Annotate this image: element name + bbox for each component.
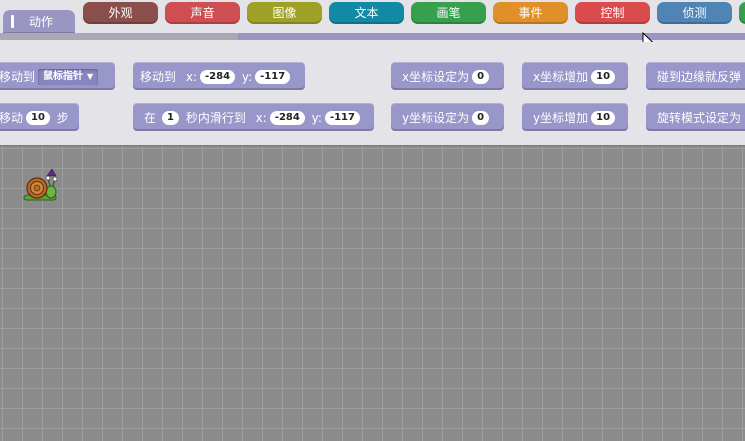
tab-scroll-thumb[interactable]	[0, 33, 238, 40]
tab-sensing[interactable]: 侦测	[657, 2, 732, 24]
block-go-to-target[interactable]: 移动到 鼠标指针 ▼	[0, 62, 115, 90]
block-label: y坐标增加	[533, 110, 589, 125]
tab-looks[interactable]: 外观	[83, 2, 158, 24]
change-x-input[interactable]: 10	[591, 69, 616, 84]
block-label: 旋转模式设定为	[657, 110, 742, 125]
tab-events[interactable]: 事件	[493, 2, 568, 24]
block-bounce-on-edge[interactable]: 碰到边缘就反弹	[646, 62, 745, 90]
block-label: 移动到	[0, 69, 36, 84]
tab-next-partial[interactable]	[739, 2, 745, 24]
steps-suffix: 步	[56, 110, 69, 125]
block-label: x坐标设定为	[402, 69, 470, 84]
tab-grip-icon	[11, 15, 14, 28]
tab-control[interactable]: 控制	[575, 2, 650, 24]
x-input[interactable]: -284	[200, 69, 236, 84]
category-tab-bar: 动作 外观 声音 图像 文本 画笔 事件 控制 侦测	[0, 0, 745, 42]
snail-sprite[interactable]	[22, 168, 58, 204]
glide-secs-input[interactable]: 1	[162, 110, 179, 125]
glide-middle: 秒内滑行到	[185, 110, 246, 125]
y-label: y:	[241, 69, 253, 84]
x-label: x:	[255, 110, 267, 125]
glide-prefix: 在	[144, 110, 157, 125]
tab-pen[interactable]: 画笔	[411, 2, 486, 24]
block-glide-to-xy[interactable]: 在1 秒内滑行到 x: -284 y: -117	[133, 103, 374, 131]
block-label: 移动	[0, 110, 24, 125]
change-y-input[interactable]: 10	[591, 110, 616, 125]
block-set-rotation-style[interactable]: 旋转模式设定为	[646, 103, 745, 131]
block-change-y[interactable]: y坐标增加 10	[522, 103, 628, 131]
set-y-input[interactable]: 0	[472, 110, 490, 125]
tab-motion[interactable]: 动作	[3, 10, 75, 34]
block-set-y[interactable]: y坐标设定为 0	[391, 103, 504, 131]
tab-text[interactable]: 文本	[329, 2, 404, 24]
block-palette: 移动到 鼠标指针 ▼ 移动到 x: -284 y: -117 x坐标设定为 0 x坐标增加…	[0, 42, 745, 145]
target-dropdown[interactable]: 鼠标指针 ▼	[38, 68, 99, 85]
dropdown-value: 鼠标指针	[43, 70, 84, 82]
glide-y-input[interactable]: -117	[324, 110, 360, 125]
block-change-x[interactable]: x坐标增加 10	[522, 62, 628, 90]
tab-sound[interactable]: 声音	[165, 2, 240, 24]
y-label: y:	[311, 110, 322, 125]
steps-input[interactable]: 10	[26, 110, 50, 125]
tab-underline	[0, 33, 745, 40]
set-x-input[interactable]: 0	[472, 69, 490, 84]
block-label: y坐标设定为	[402, 110, 470, 125]
block-go-to-xy[interactable]: 移动到 x: -284 y: -117	[133, 62, 305, 90]
block-move-steps[interactable]: 移动 10 步	[0, 103, 79, 131]
block-label: 碰到边缘就反弹	[657, 69, 742, 84]
glide-x-input[interactable]: -284	[269, 110, 305, 125]
tab-label: 动作	[29, 15, 54, 29]
tab-image[interactable]: 图像	[247, 2, 322, 24]
x-label: x:	[185, 69, 197, 84]
stage-grid[interactable]	[0, 145, 745, 441]
block-label: x坐标增加	[533, 69, 589, 84]
block-set-x[interactable]: x坐标设定为 0	[391, 62, 504, 90]
y-input[interactable]: -117	[255, 69, 291, 84]
dropdown-arrow-icon: ▼	[87, 71, 94, 81]
block-label: 移动到	[140, 69, 177, 84]
